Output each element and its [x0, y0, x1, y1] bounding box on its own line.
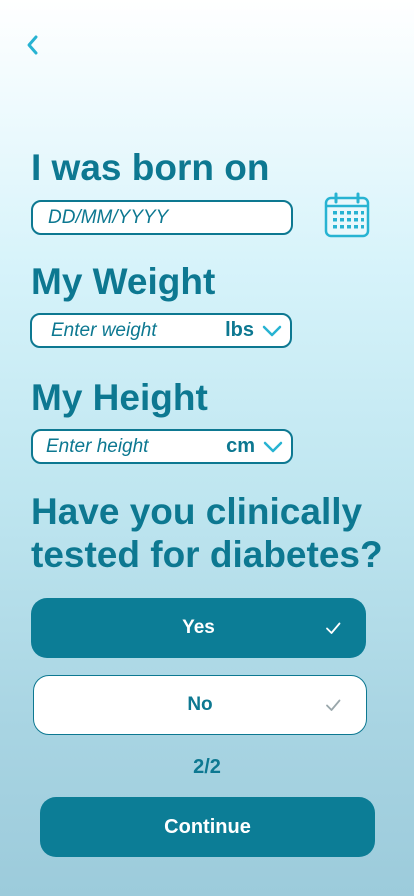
check-icon — [326, 622, 341, 634]
check-icon — [326, 699, 341, 711]
weight-unit-dropdown[interactable]: lbs — [225, 319, 282, 342]
option-yes-label: Yes — [182, 617, 215, 638]
weight-unit-label: lbs — [225, 319, 254, 341]
diabetes-question: Have you clinically tested for diabetes? — [31, 491, 383, 575]
chevron-down-icon — [263, 441, 283, 452]
continue-button[interactable]: Continue — [40, 797, 375, 857]
weight-input[interactable] — [51, 319, 226, 342]
birth-date-field[interactable] — [31, 200, 293, 235]
continue-label: Continue — [164, 815, 251, 838]
chevron-left-icon — [27, 35, 38, 55]
height-field[interactable]: cm — [31, 429, 293, 464]
height-input[interactable] — [46, 435, 227, 458]
calendar-icon — [324, 192, 370, 238]
option-yes-button[interactable]: Yes — [31, 598, 366, 658]
weight-field[interactable]: lbs — [30, 313, 292, 348]
option-no-button[interactable]: No — [33, 675, 367, 735]
height-unit-label: cm — [226, 435, 255, 457]
step-indicator: 2/2 — [193, 756, 221, 778]
weight-heading: My Weight — [31, 261, 216, 302]
birth-date-input[interactable] — [48, 206, 291, 229]
back-button[interactable] — [18, 30, 46, 60]
chevron-down-icon — [262, 325, 282, 336]
height-heading: My Height — [31, 377, 208, 418]
height-unit-dropdown[interactable]: cm — [226, 435, 283, 458]
option-no-label: No — [187, 694, 213, 715]
calendar-button[interactable] — [323, 191, 371, 239]
birth-date-heading: I was born on — [31, 147, 270, 188]
